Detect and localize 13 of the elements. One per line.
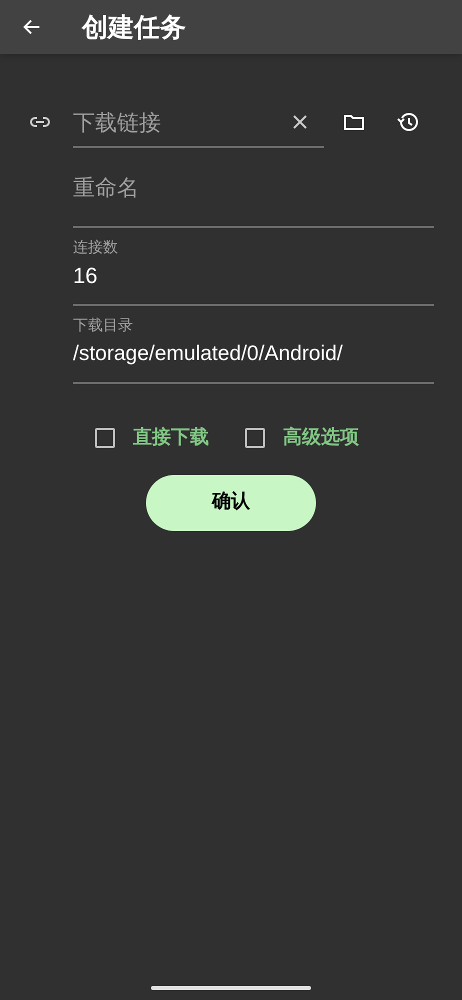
directory-value[interactable]: /storage/emulated/0/Android/	[73, 340, 434, 368]
checkbox[interactable]	[95, 428, 115, 448]
history-icon[interactable]	[396, 110, 420, 134]
rename-field[interactable]: 重命名	[73, 170, 434, 206]
field-label: 下载目录	[73, 316, 134, 336]
checkbox[interactable]	[245, 428, 265, 448]
field-label: 连接数	[73, 238, 119, 258]
url-field[interactable]: 下载链接	[73, 106, 273, 138]
screen-title: 创建任务	[82, 10, 186, 44]
connections-value[interactable]: 16	[73, 262, 434, 290]
confirm-button[interactable]: 确认	[146, 474, 316, 530]
checkbox-label[interactable]: 高级选项	[283, 424, 359, 452]
checkbox-label[interactable]: 直接下载	[133, 424, 209, 452]
